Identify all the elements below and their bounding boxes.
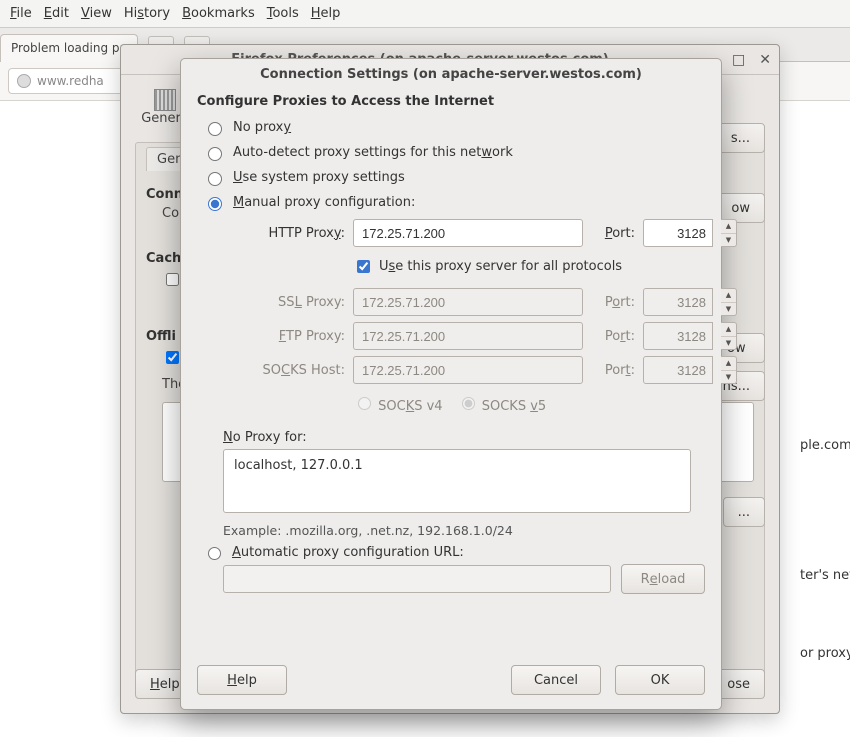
dialog-footer: Help Cancel OK xyxy=(197,665,705,695)
socks-port-input xyxy=(643,356,713,384)
ftp-proxy-label: FTP Proxy: xyxy=(223,329,345,344)
offline-notify-checkbox[interactable] xyxy=(166,351,179,364)
radio-auto-url-input[interactable] xyxy=(208,547,221,560)
sliders-icon xyxy=(154,89,176,111)
radio-manual-proxy-input[interactable] xyxy=(208,197,222,211)
auto-url-input xyxy=(223,565,611,593)
socks-port-label: Port: xyxy=(591,363,635,378)
connection-settings-dialog: Connection Settings (on apache-server.we… xyxy=(180,58,722,710)
socks-host-label: SOCKS Host: xyxy=(223,363,345,378)
ssl-port-input xyxy=(643,288,713,316)
connection-settings-button[interactable]: s... xyxy=(716,123,765,153)
browser-tab[interactable]: Problem loading pa xyxy=(0,34,138,62)
menu-bookmarks[interactable]: Bookmarks xyxy=(182,6,255,21)
radio-manual-proxy[interactable]: Manual proxy configuration: xyxy=(203,194,705,211)
http-port-input[interactable] xyxy=(643,219,713,247)
ftp-port-spinner: ▲▼ xyxy=(721,322,737,350)
radio-no-proxy[interactable]: No proxy xyxy=(203,119,705,136)
radio-auto-detect-input[interactable] xyxy=(208,147,222,161)
reload-button[interactable]: Reload xyxy=(621,564,705,594)
proxy-grid: HTTP Proxy: Port: ▲▼ Use this proxy serv… xyxy=(223,219,705,420)
http-proxy-input[interactable] xyxy=(353,219,583,247)
no-proxy-label: No Proxy for: xyxy=(223,430,705,445)
socks-port-spinner: ▲▼ xyxy=(721,356,737,384)
radio-system-proxy[interactable]: Use system proxy settings xyxy=(203,169,705,186)
url-text: www.redha xyxy=(37,74,104,88)
menu-tools[interactable]: Tools xyxy=(267,6,299,21)
globe-icon xyxy=(17,74,31,88)
menu-view[interactable]: View xyxy=(81,6,112,21)
ftp-port-label: Port: xyxy=(591,329,635,344)
no-proxy-example: Example: .mozilla.org, .net.nz, 192.168.… xyxy=(223,523,705,538)
menu-history[interactable]: History xyxy=(124,6,170,21)
ssl-port-label: Port: xyxy=(591,295,635,310)
menu-file[interactable]: File xyxy=(10,6,32,21)
radio-system-proxy-input[interactable] xyxy=(208,172,222,186)
ftp-proxy-input xyxy=(353,322,583,350)
use-for-all-checkbox[interactable] xyxy=(357,260,370,273)
radio-socks4: SOCKS v4 xyxy=(353,394,443,414)
cancel-button[interactable]: Cancel xyxy=(511,665,601,695)
radio-no-proxy-input[interactable] xyxy=(208,122,222,136)
socks-host-input xyxy=(353,356,583,384)
menu-edit[interactable]: Edit xyxy=(44,6,69,21)
offline-remove-button[interactable]: ... xyxy=(723,497,765,527)
cache-override-checkbox[interactable] xyxy=(166,273,179,286)
ok-button[interactable]: OK xyxy=(615,665,705,695)
http-port-spinner[interactable]: ▲▼ xyxy=(721,219,737,247)
radio-auto-url[interactable]: Automatic proxy configuration URL: xyxy=(203,544,705,560)
ssl-port-spinner: ▲▼ xyxy=(721,288,737,316)
dialog-help-button[interactable]: Help xyxy=(197,665,287,695)
ftp-port-input xyxy=(643,322,713,350)
radio-socks5: SOCKS v5 xyxy=(457,394,547,414)
error-text-clip: ple.com in ter's netw or proxy, xyxy=(800,381,850,719)
tab-title: Problem loading pa xyxy=(11,41,127,55)
close-icon[interactable]: ✕ xyxy=(759,52,771,68)
ssl-proxy-input xyxy=(353,288,583,316)
radio-auto-detect[interactable]: Auto-detect proxy settings for this netw… xyxy=(203,144,705,161)
dialog-heading: Configure Proxies to Access the Internet xyxy=(197,94,705,109)
no-proxy-input[interactable] xyxy=(223,449,691,513)
dialog-title: Connection Settings (on apache-server.we… xyxy=(181,59,721,88)
menu-help[interactable]: Help xyxy=(311,6,341,21)
http-port-label: Port: xyxy=(591,226,635,241)
maximize-icon[interactable]: □ xyxy=(732,52,745,68)
menubar: File Edit View History Bookmarks Tools H… xyxy=(0,0,850,28)
use-for-all-label: Use this proxy server for all protocols xyxy=(379,259,622,274)
http-proxy-label: HTTP Proxy: xyxy=(223,226,345,241)
ssl-proxy-label: SSL Proxy: xyxy=(223,295,345,310)
